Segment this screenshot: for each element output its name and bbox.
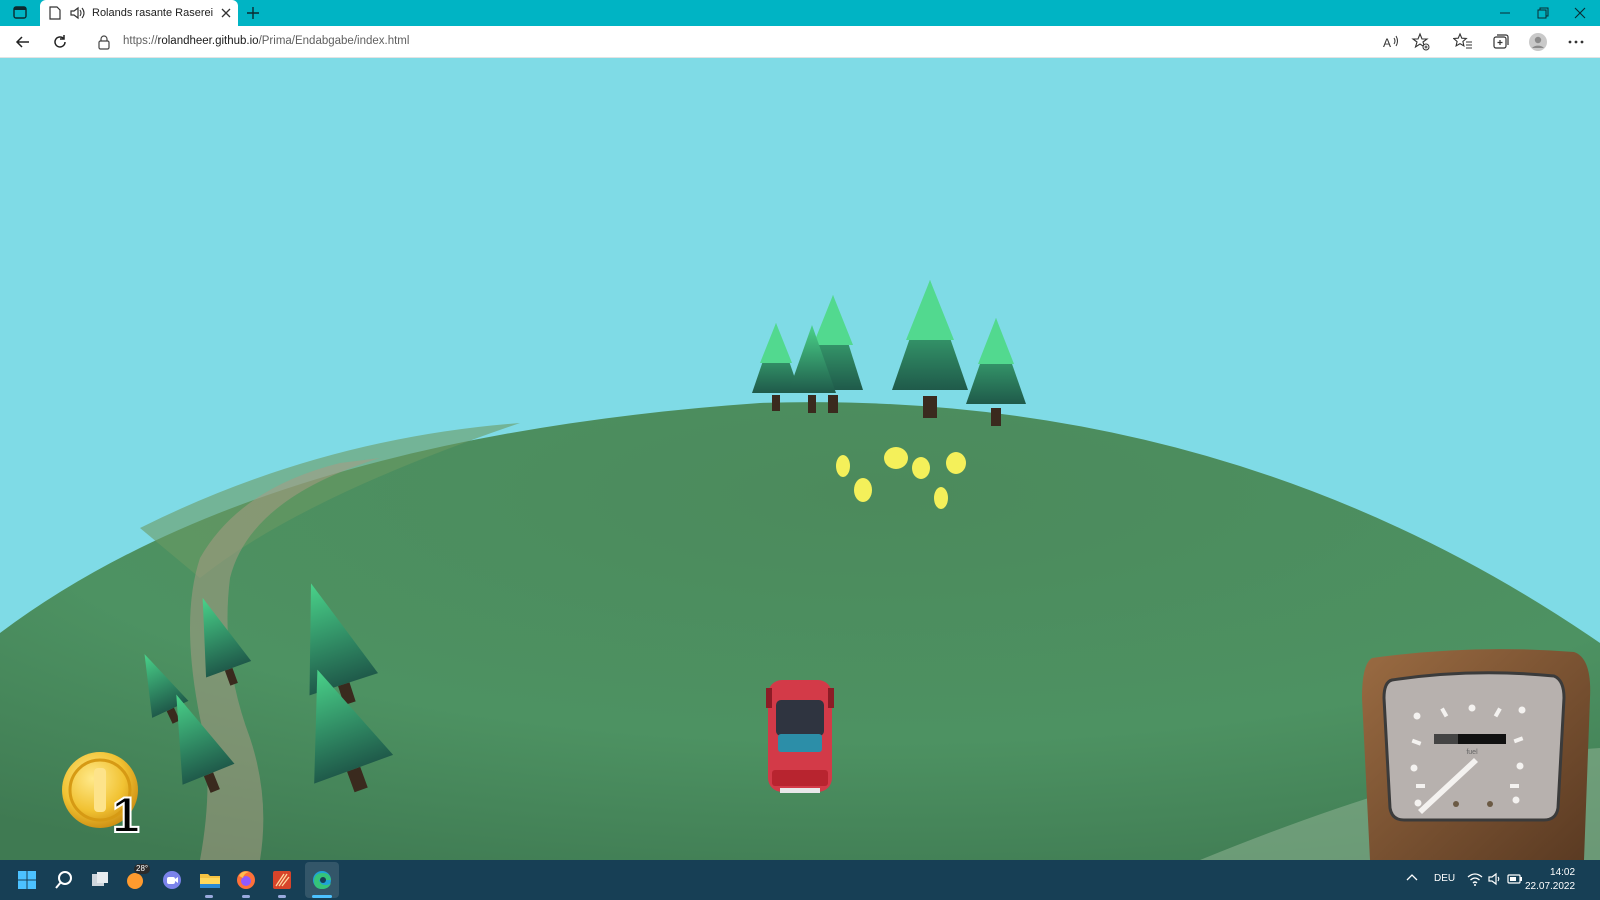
system-clock[interactable]: 14:02 22.07.2022 [1525,866,1576,894]
gem [946,452,966,474]
tree [752,323,800,411]
url-host: rolandheer.github.io [157,35,259,47]
app-icon[interactable] [270,868,294,892]
tab-title: Rolands rasante Raserei [92,7,214,19]
file-explorer-icon[interactable] [198,868,222,892]
url-prefix: https:// [123,35,158,47]
reload-icon[interactable] [50,32,70,52]
game-scene: fuel [0,280,1600,860]
url-text: https://rolandheer.github.io/Prima/Endab… [123,35,409,47]
tray-chevron-icon[interactable] [1404,870,1420,886]
edge-icon[interactable] [310,868,334,892]
player-car [766,680,834,793]
tree [966,318,1026,426]
plus-icon[interactable] [244,4,262,22]
browser-title-bar: Rolands rasante Raserei [0,0,1600,27]
address-toolbar: https://rolandheer.github.io/Prima/Endab… [0,26,1600,58]
add-favorite-icon[interactable] [1411,32,1431,52]
minimize-icon[interactable] [1495,4,1515,22]
task-view-icon[interactable] [88,868,112,892]
url-path: /Prima/Endabgabe/index.html [258,35,410,47]
read-aloud-icon[interactable]: A [1381,32,1401,52]
windows-taskbar: 28° DEU 14:02 22.07.2022 [0,860,1600,900]
restore-icon[interactable] [1532,4,1552,22]
page-icon [49,6,61,25]
speedometer: fuel [1362,649,1591,860]
wifi-icon[interactable] [1466,870,1484,888]
tab-actions-icon[interactable] [8,4,32,22]
running-indicator [205,895,213,898]
search-icon[interactable] [52,868,76,892]
favorites-icon[interactable] [1452,32,1473,52]
profile-icon[interactable] [1528,32,1548,52]
game-canvas[interactable]: fuel 1 [0,58,1600,860]
lock-icon[interactable] [97,34,111,55]
gem [912,457,930,479]
language-indicator[interactable]: DEU [1434,873,1455,884]
running-indicator [278,895,286,898]
address-field[interactable]: https://rolandheer.github.io/Prima/Endab… [97,30,1403,54]
coin-counter: 1 [60,750,150,850]
gem [836,455,850,477]
start-icon[interactable] [15,868,39,892]
back-icon[interactable] [13,32,33,52]
fuel-label: fuel [1466,749,1478,756]
firefox-icon[interactable] [234,868,258,892]
volume-icon[interactable] [1486,870,1504,888]
running-indicator [242,895,250,898]
gem [884,447,908,469]
active-indicator [312,895,332,898]
collections-icon[interactable] [1490,32,1510,52]
gem [934,487,948,509]
clock-time: 14:02 [1550,867,1576,878]
tree [892,280,968,418]
close-window-icon[interactable] [1570,4,1590,22]
speaker-icon[interactable] [69,6,85,25]
close-icon[interactable] [218,5,234,21]
svg-text:A: A [1383,36,1391,50]
battery-icon[interactable] [1506,870,1524,888]
more-icon[interactable] [1566,32,1586,52]
browser-tab[interactable]: Rolands rasante Raserei [40,0,238,27]
clock-date: 22.07.2022 [1525,881,1576,892]
gem [854,478,872,502]
weather-badge: 28° [134,864,151,874]
coin-count: 1 [111,787,141,843]
teams-icon[interactable] [160,868,184,892]
